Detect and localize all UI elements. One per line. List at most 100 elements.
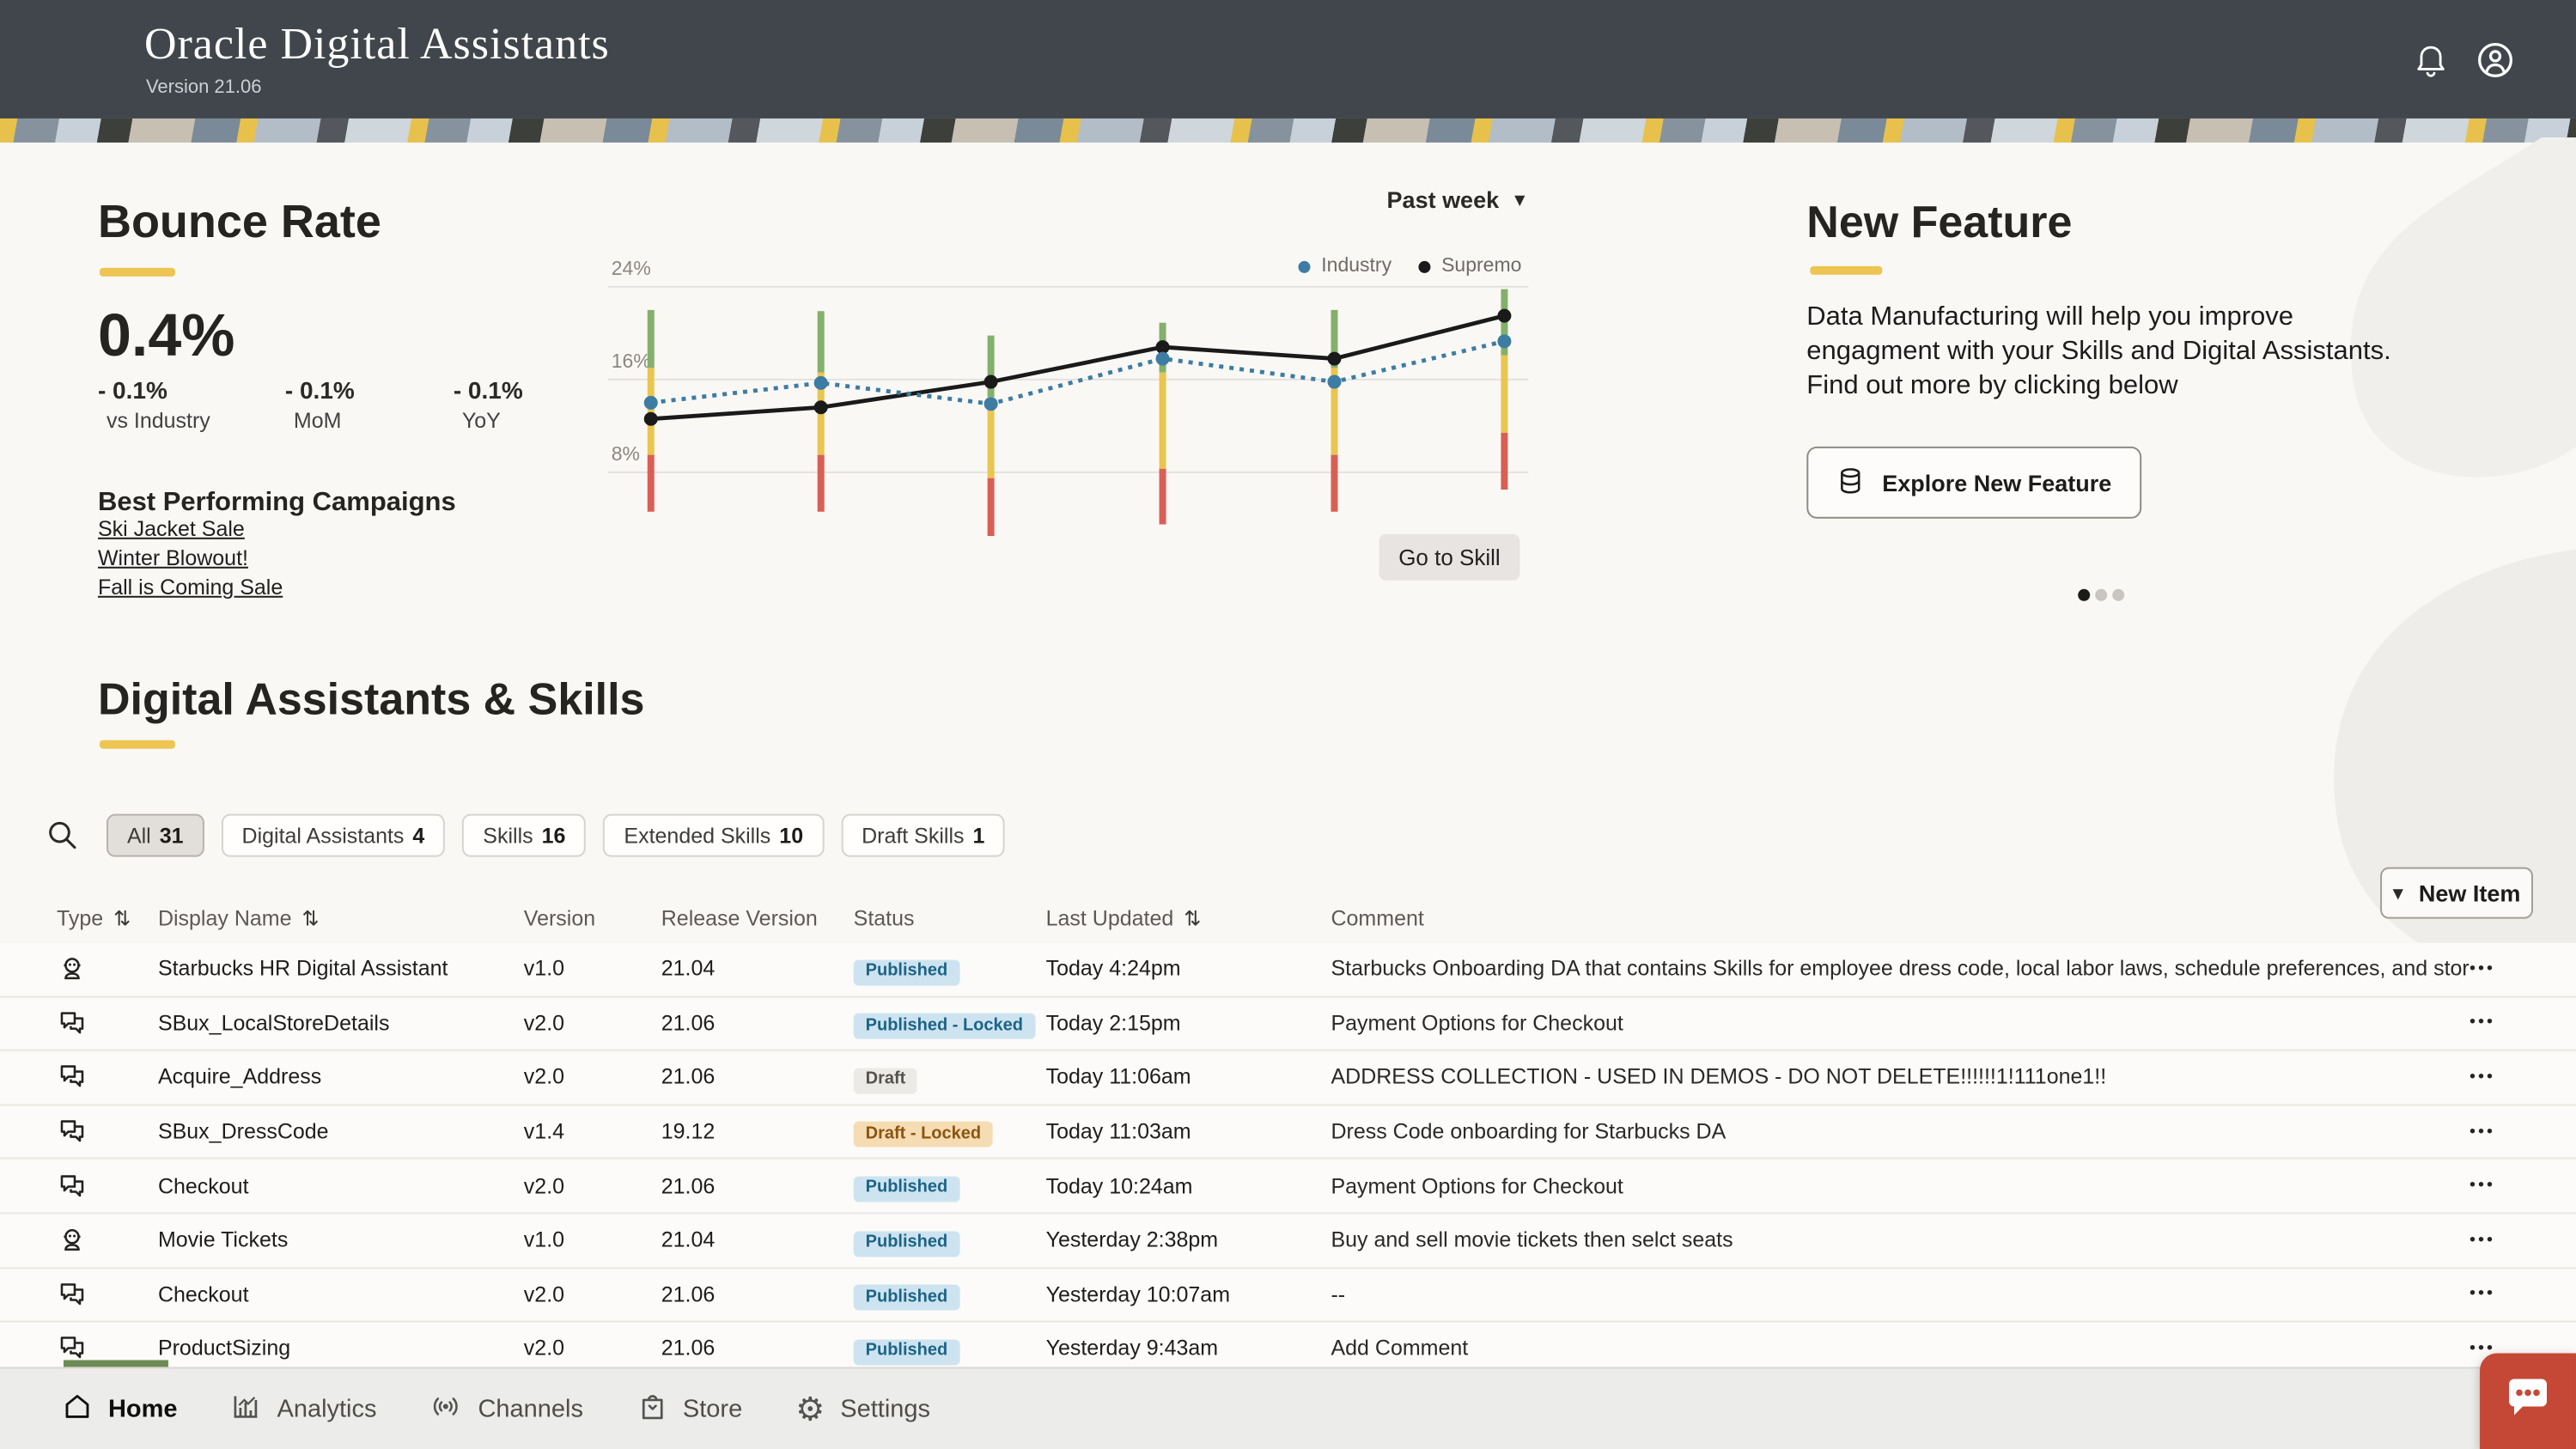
- nav-item-settings[interactable]: ⚙ Settings: [795, 1393, 930, 1426]
- row-version: v2.0: [524, 1336, 661, 1361]
- col-version: Version: [524, 907, 595, 931]
- row-release-version: 21.04: [661, 957, 854, 981]
- nav-item-home[interactable]: Home: [62, 1390, 178, 1429]
- chip-count: 16: [542, 824, 566, 848]
- row-release-version: 21.06: [661, 1174, 854, 1198]
- row-actions-button[interactable]: •••: [2469, 959, 2576, 978]
- table-row[interactable]: SBux_LocalStoreDetailsv2.021.06Published…: [0, 997, 2576, 1051]
- nav-label: Analytics: [277, 1396, 376, 1423]
- status-badge: Published - Locked: [854, 1014, 1035, 1039]
- skill-icon: [57, 1117, 158, 1148]
- filter-chip-draft-skills[interactable]: Draft Skills1: [841, 814, 1005, 857]
- filter-chip-all[interactable]: All31: [107, 814, 204, 857]
- row-release-version: 19.12: [661, 1120, 854, 1144]
- chat-assistant-button[interactable]: [2480, 1353, 2576, 1449]
- row-display-name: Checkout: [158, 1282, 524, 1306]
- period-label: Past week: [1387, 187, 1500, 213]
- feature-accent-bar: [1810, 266, 1882, 275]
- app-header: Oracle Digital Assistants Version 21.06: [0, 0, 2576, 119]
- digital-assistant-icon: [57, 1225, 158, 1256]
- row-actions-button[interactable]: •••: [2469, 1231, 2576, 1250]
- delta-label: YoY: [454, 409, 523, 433]
- chip-count: 10: [779, 824, 803, 848]
- filter-chips: All31 Digital Assistants4 Skills16 Exten…: [107, 814, 1005, 857]
- row-actions-button[interactable]: •••: [2469, 1068, 2576, 1087]
- row-last-updated: Today 4:24pm: [1046, 957, 1331, 981]
- row-actions-button[interactable]: •••: [2469, 1123, 2576, 1142]
- row-version: v1.0: [524, 1228, 661, 1252]
- skill-icon: [57, 1171, 158, 1202]
- campaigns-title: Best Performing Campaigns: [98, 488, 456, 519]
- row-actions-button[interactable]: •••: [2469, 1177, 2576, 1196]
- row-actions-button[interactable]: •••: [2469, 1285, 2576, 1304]
- row-version: v2.0: [524, 1066, 661, 1090]
- gear-icon: ⚙: [795, 1393, 825, 1426]
- bottom-nav: Home Analytics Channels Store ⚙ Settings: [0, 1367, 2576, 1449]
- analytics-icon: [231, 1390, 262, 1429]
- svg-text:8%: 8%: [612, 442, 640, 465]
- filter-chip-skills[interactable]: Skills16: [462, 814, 586, 857]
- app-window: Oracle Digital Assistants Version 21.06 …: [0, 0, 2576, 1449]
- row-version: v2.0: [524, 1282, 661, 1306]
- app-title: Oracle Digital Assistants: [144, 19, 610, 70]
- nav-item-store[interactable]: Store: [636, 1390, 742, 1429]
- table-row[interactable]: Checkoutv2.021.06PublishedToday 10:24amP…: [0, 1160, 2576, 1214]
- bell-icon[interactable]: [2415, 42, 2447, 78]
- campaign-link[interactable]: Ski Jacket Sale: [98, 517, 283, 541]
- col-display-name: Display Name: [158, 907, 292, 931]
- filter-chip-extended-skills[interactable]: Extended Skills 10: [603, 814, 824, 857]
- sort-icon[interactable]: ⇅: [113, 907, 131, 931]
- search-icon: [45, 831, 79, 857]
- digital-assistant-icon: [57, 953, 158, 984]
- filter-chip-digital-assistants[interactable]: Digital Assistants4: [222, 814, 446, 857]
- carousel-dot[interactable]: [2095, 589, 2107, 601]
- row-release-version: 21.04: [661, 1228, 854, 1252]
- chip-label: Extended Skills: [624, 824, 770, 848]
- nav-item-analytics[interactable]: Analytics: [231, 1390, 377, 1429]
- row-last-updated: Yesterday 10:07am: [1046, 1282, 1331, 1306]
- skill-icon: [57, 1062, 158, 1093]
- row-comment: Payment Options for Checkout: [1331, 1174, 2469, 1198]
- status-badge: Published: [854, 1231, 960, 1257]
- delta-value: - 0.1%: [98, 376, 285, 404]
- sort-icon[interactable]: ⇅: [302, 907, 320, 931]
- row-release-version: 21.06: [661, 1336, 854, 1361]
- search-button[interactable]: [45, 818, 79, 857]
- sort-icon[interactable]: ⇅: [1184, 907, 1201, 931]
- table-row[interactable]: Starbucks HR Digital Assistantv1.021.04P…: [0, 943, 2576, 997]
- user-icon[interactable]: [2476, 41, 2514, 79]
- row-comment: Starbucks Onboarding DA that contains Sk…: [1331, 957, 2469, 981]
- campaign-link[interactable]: Winter Blowout!: [98, 546, 283, 570]
- campaign-link[interactable]: Fall is Coming Sale: [98, 575, 283, 600]
- explore-new-feature-label: Explore New Feature: [1882, 470, 2111, 496]
- section-accent-bar: [100, 740, 175, 749]
- col-comment: Comment: [1331, 907, 1423, 931]
- table-row[interactable]: SBux_DressCodev1.419.12Draft - LockedTod…: [0, 1105, 2576, 1160]
- row-actions-button[interactable]: •••: [2469, 1014, 2576, 1032]
- store-icon: [636, 1390, 667, 1429]
- delta-label: MoM: [285, 409, 454, 433]
- row-comment: --: [1331, 1282, 2469, 1306]
- carousel-dot[interactable]: [2112, 589, 2124, 601]
- table-row[interactable]: Acquire_Addressv2.021.06DraftToday 11:06…: [0, 1051, 2576, 1105]
- carousel-dot[interactable]: [2078, 589, 2090, 601]
- nav-item-channels[interactable]: Channels: [429, 1390, 582, 1429]
- status-badge: Published: [854, 1285, 960, 1311]
- kpi-deltas: - 0.1% vs Industry - 0.1% MoM - 0.1% YoY: [98, 376, 523, 433]
- table-row[interactable]: Movie Ticketsv1.021.04PublishedYesterday…: [0, 1214, 2576, 1268]
- row-comment: Buy and sell movie tickets then selct se…: [1331, 1228, 2469, 1252]
- nav-label: Store: [683, 1396, 742, 1423]
- chip-count: 31: [160, 824, 184, 848]
- row-last-updated: Yesterday 9:43am: [1046, 1336, 1331, 1361]
- period-dropdown[interactable]: Past week ▼: [1353, 187, 1525, 213]
- go-to-skill-button[interactable]: Go to Skill: [1379, 534, 1519, 581]
- status-badge: Published: [854, 1176, 960, 1202]
- nav-label: Home: [108, 1396, 178, 1423]
- kpi-title: Bounce Rate: [98, 196, 381, 249]
- row-comment: Dress Code onboarding for Starbucks DA: [1331, 1120, 2469, 1144]
- col-last-updated: Last Updated: [1046, 907, 1174, 931]
- explore-new-feature-button[interactable]: Explore New Feature: [1806, 447, 2141, 519]
- carousel-dots: [2078, 589, 2124, 601]
- col-type: Type: [57, 907, 103, 931]
- table-row[interactable]: Checkoutv2.021.06PublishedYesterday 10:0…: [0, 1269, 2576, 1323]
